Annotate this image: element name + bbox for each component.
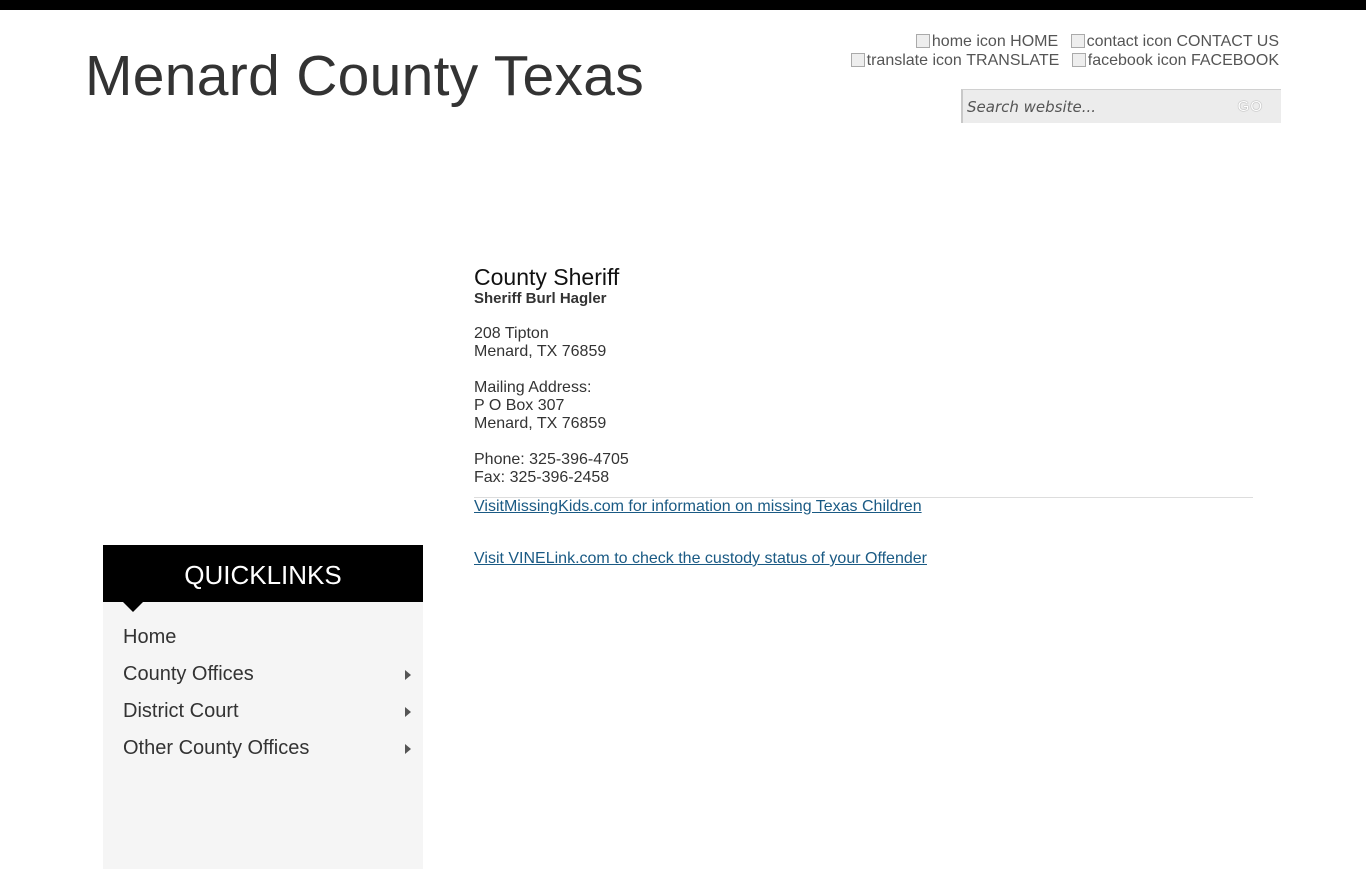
quicklinks-header: QUICKLINKS: [103, 545, 423, 612]
search-input[interactable]: [965, 94, 1225, 120]
street-address-line-1: 208 Tipton: [474, 325, 549, 342]
vinelink-link[interactable]: Visit VINELink.com to check the custody …: [474, 550, 1254, 568]
chevron-right-icon: [405, 707, 411, 717]
mailing-address-line-2: Menard, TX 76859: [474, 415, 607, 432]
site-title[interactable]: Menard County Texas: [85, 44, 644, 110]
home-link-label: HOME: [1010, 33, 1059, 50]
facebook-icon: [1071, 53, 1086, 67]
translate-icon: [850, 53, 865, 67]
contact-link[interactable]: contact icon CONTACT US: [1070, 32, 1279, 51]
home-link[interactable]: home icon HOME: [915, 32, 1059, 51]
missing-kids-link[interactable]: VisitMissingKids.com for information on …: [474, 498, 1254, 516]
home-icon-alt: home icon: [931, 33, 1006, 50]
quicklinks-list: Home County Offices District Court Other…: [103, 602, 423, 869]
utility-row-1: home icon HOME contact icon CONTACT US: [843, 32, 1279, 51]
contact-numbers: Phone: 325-396-4705 Fax: 325-396-2458: [474, 451, 1254, 487]
top-bar: [0, 0, 1366, 10]
facebook-icon-alt: facebook icon: [1087, 52, 1187, 69]
quicklinks-panel: QUICKLINKS Home County Offices District …: [103, 545, 423, 869]
quicklink-county-offices[interactable]: County Offices: [103, 656, 423, 693]
facebook-link[interactable]: facebook icon FACEBOOK: [1071, 51, 1279, 70]
street-address: 208 Tipton Menard, TX 76859: [474, 325, 1254, 361]
mailing-address-line-1: P O Box 307: [474, 397, 565, 414]
chevron-right-icon: [405, 744, 411, 754]
search-box: GO: [961, 89, 1281, 123]
contact-icon-alt: contact icon: [1086, 33, 1173, 50]
quicklink-label: District Court: [123, 700, 239, 722]
contact-icon: [1070, 34, 1085, 48]
translate-link-label: TRANSLATE: [966, 52, 1060, 69]
quicklink-district-court[interactable]: District Court: [103, 693, 423, 730]
mailing-address: Mailing Address: P O Box 307 Menard, TX …: [474, 379, 1254, 433]
contact-link-label: CONTACT US: [1176, 33, 1279, 50]
sheriff-name: Sheriff Burl Hagler: [474, 290, 607, 307]
chevron-right-icon: [405, 670, 411, 680]
home-icon: [915, 34, 930, 48]
translate-icon-alt: translate icon: [866, 52, 962, 69]
street-address-line-2: Menard, TX 76859: [474, 343, 607, 360]
mailing-address-label: Mailing Address:: [474, 379, 592, 396]
utility-links: home icon HOME contact icon CONTACT US t…: [843, 32, 1279, 70]
main-content: County Sheriff Sheriff Burl Hagler 208 T…: [474, 264, 1254, 568]
translate-link[interactable]: translate icon TRANSLATE: [850, 51, 1060, 70]
quicklink-label: County Offices: [123, 663, 254, 685]
quicklink-label: Home: [123, 626, 177, 648]
search-go-button[interactable]: GO: [1238, 98, 1263, 115]
utility-row-2: translate icon TRANSLATE facebook icon F…: [843, 51, 1279, 70]
quicklink-home[interactable]: Home: [103, 619, 423, 656]
quicklink-label: Other County Offices: [123, 737, 310, 759]
fax-number: Fax: 325-396-2458: [474, 469, 610, 486]
page-heading: County Sheriff: [474, 264, 620, 290]
phone-number: Phone: 325-396-4705: [474, 451, 629, 468]
quicklink-other-county-offices[interactable]: Other County Offices: [103, 730, 423, 767]
facebook-link-label: FACEBOOK: [1190, 52, 1279, 69]
